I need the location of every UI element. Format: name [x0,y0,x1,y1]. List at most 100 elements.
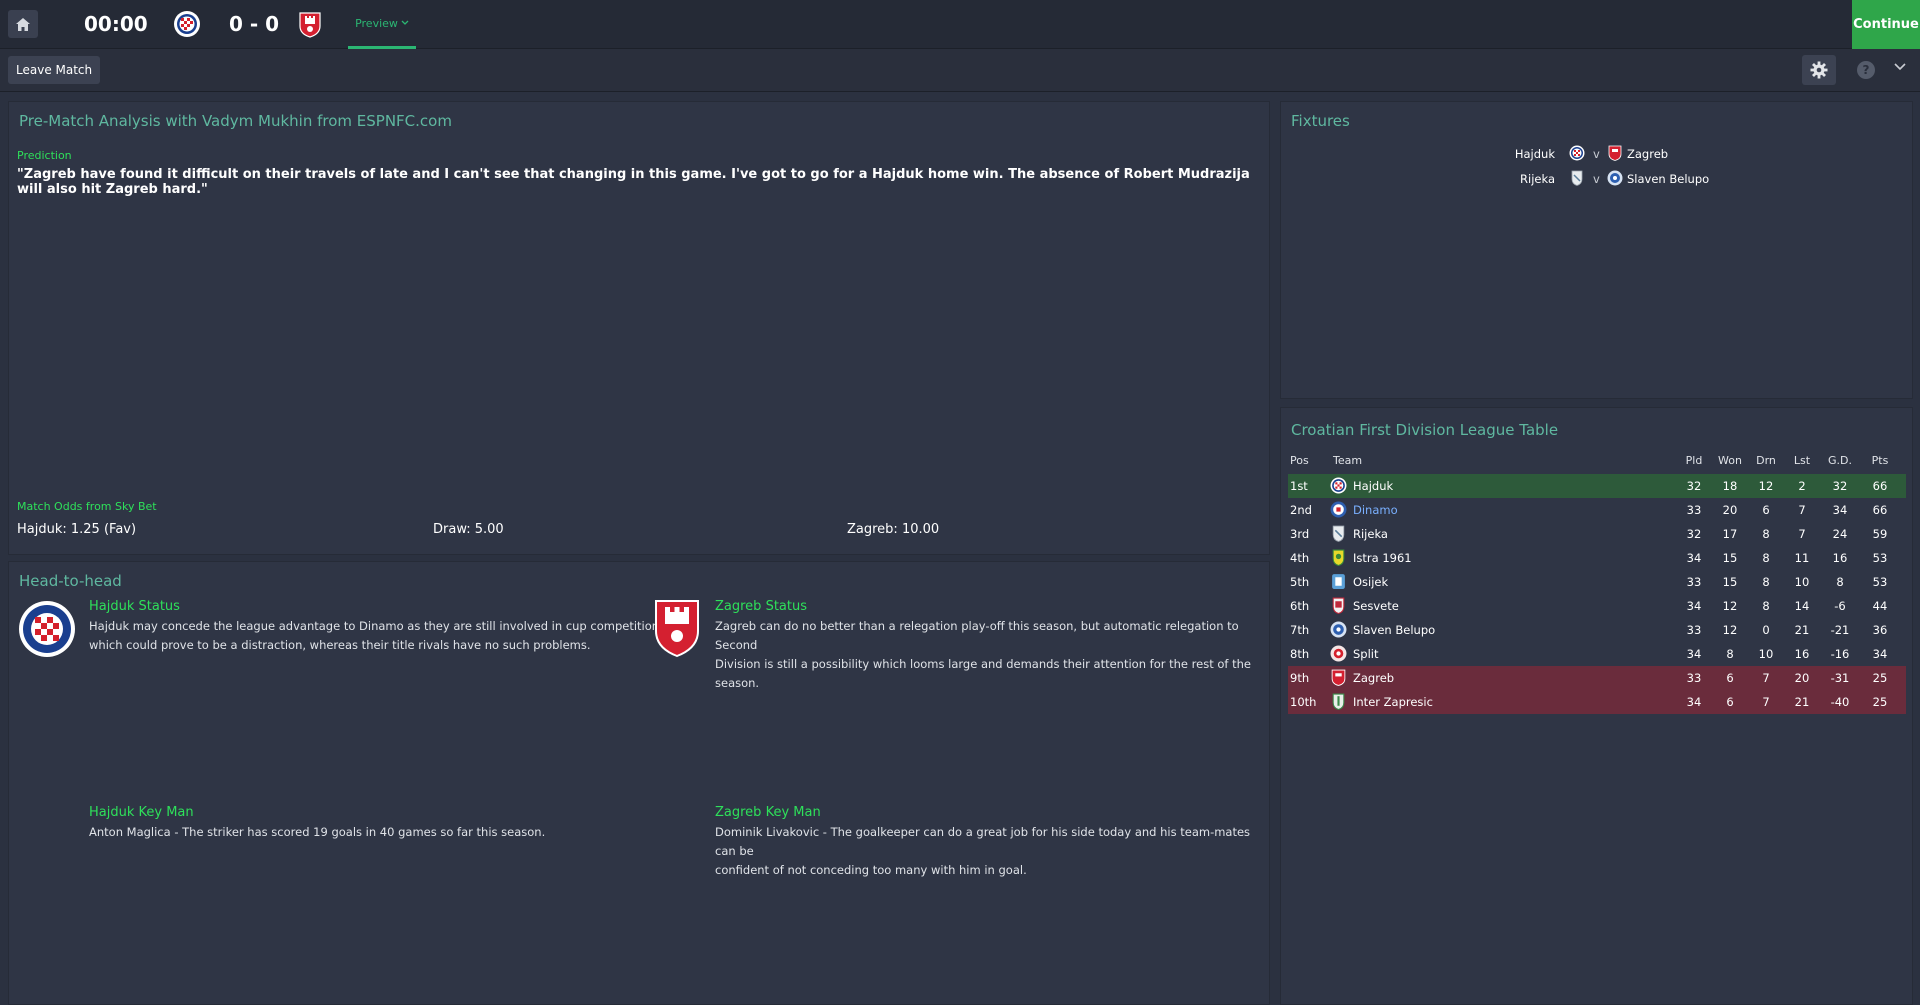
home-icon [16,17,30,31]
fixture-versus: v [1593,172,1600,186]
continue-button[interactable]: Continue [1852,0,1920,49]
table-row[interactable]: 4th Istra 1961 34 15 8 11 16 53 [1288,546,1906,570]
hajduk-crest-icon [1330,477,1347,494]
row-team[interactable]: Split [1353,647,1379,661]
away-status-line: Zagreb can do no better than a relegatio… [715,619,1239,652]
table-row[interactable]: 10th Inter Zapresic 34 6 7 21 -40 25 [1288,690,1906,714]
row-pts: 36 [1872,623,1888,637]
table-row[interactable]: 8th Split 34 8 10 16 -16 34 [1288,642,1906,666]
row-pos: 10th [1290,695,1317,709]
col-header-pld[interactable]: Pld [1679,454,1709,467]
table-row[interactable]: 5th Osijek 33 15 8 10 8 53 [1288,570,1906,594]
hajduk-crest-icon [1569,145,1585,161]
row-lst: 7 [1798,527,1806,541]
row-team[interactable]: Rijeka [1353,527,1388,541]
row-gd: -40 [1830,695,1850,709]
away-keyman-line: Dominik Livakovic - The goalkeeper can d… [715,825,1251,858]
table-row[interactable]: 6th Sesvete 34 12 8 14 -6 44 [1288,594,1906,618]
row-pts: 25 [1872,671,1888,685]
fixture-row[interactable]: Rijeka v Slaven Belupo [1281,169,1914,189]
match-score: 0 - 0 [229,12,280,36]
fixture-home-team[interactable]: Rijeka [1520,172,1555,186]
inter-zapresic-crest-icon [1332,693,1345,710]
hajduk-crest-icon [19,601,75,657]
row-pld: 32 [1686,527,1702,541]
table-row[interactable]: 7th Slaven Belupo 33 12 0 21 -21 36 [1288,618,1906,642]
rijeka-crest-icon [1332,525,1345,542]
row-team[interactable]: Istra 1961 [1353,551,1412,565]
row-drn: 7 [1762,671,1770,685]
row-pts: 66 [1872,479,1888,493]
chevron-down-icon[interactable] [1894,63,1906,71]
home-status-line: which could prove to be a distraction, w… [89,638,591,652]
row-gd: 16 [1832,551,1848,565]
row-gd: 8 [1836,575,1844,589]
table-row[interactable]: 2nd Dinamo 33 20 6 7 34 66 [1288,498,1906,522]
col-header-won[interactable]: Won [1715,454,1745,467]
row-team[interactable]: Inter Zapresic [1353,695,1433,709]
zagreb-crest-icon [1608,145,1622,161]
row-team[interactable]: Slaven Belupo [1353,623,1435,637]
row-team[interactable]: Osijek [1353,575,1388,589]
row-drn: 8 [1762,599,1770,613]
fixture-home-team[interactable]: Hajduk [1515,147,1555,161]
row-pld: 34 [1686,647,1702,661]
row-pld: 33 [1686,575,1702,589]
row-pos: 5th [1290,575,1310,589]
tab-preview[interactable]: Preview [348,0,416,49]
gear-icon [1810,61,1828,79]
chevron-down-icon [401,20,409,25]
dinamo-crest-icon [1330,501,1347,518]
fixture-row[interactable]: Hajduk v Zagreb [1281,144,1914,164]
table-row[interactable]: 3rd Rijeka 32 17 8 7 24 59 [1288,522,1906,546]
odds-draw: Draw: 5.00 [433,522,504,537]
row-lst: 21 [1794,623,1810,637]
row-gd: -6 [1834,599,1846,613]
row-won: 6 [1726,695,1734,709]
row-drn: 6 [1762,503,1770,517]
row-won: 8 [1726,647,1734,661]
leave-match-button[interactable]: Leave Match [8,56,101,84]
tab-preview-label: Preview [355,16,398,30]
fixture-away-team[interactable]: Slaven Belupo [1627,172,1709,186]
col-header-lst[interactable]: Lst [1787,454,1817,467]
col-header-team[interactable]: Team [1333,454,1362,467]
home-button[interactable] [8,10,38,38]
row-won: 20 [1722,503,1738,517]
table-row[interactable]: 9th Zagreb 33 6 7 20 -31 25 [1288,666,1906,690]
slaven-belupo-crest-icon [1607,170,1623,186]
odds-away: Zagreb: 10.00 [847,522,940,537]
row-team[interactable]: Hajduk [1353,479,1393,493]
col-header-pos[interactable]: Pos [1290,454,1309,467]
row-team[interactable]: Zagreb [1353,671,1394,685]
row-pos: 3rd [1290,527,1310,541]
help-icon[interactable]: ? [1857,61,1875,79]
sesvete-crest-icon [1332,597,1345,614]
col-header-drn[interactable]: Drn [1751,454,1781,467]
row-lst: 10 [1794,575,1810,589]
away-status-text: Zagreb can do no better than a relegatio… [715,617,1269,693]
panel-title: Head-to-head [19,572,122,590]
fixture-away-team[interactable]: Zagreb [1627,147,1668,161]
col-header-gd[interactable]: G.D. [1823,454,1857,467]
settings-button[interactable] [1802,55,1836,85]
col-header-pts[interactable]: Pts [1865,454,1895,467]
row-won: 12 [1722,623,1738,637]
row-drn: 10 [1758,647,1774,661]
zagreb-crest-icon [1331,669,1346,686]
odds-home: Hajduk: 1.25 (Fav) [17,522,137,537]
row-won: 15 [1722,551,1738,565]
home-status-line: Hajduk may concede the league advantage … [89,619,666,633]
home-keyman-title: Hajduk Key Man [89,805,194,820]
row-won: 17 [1722,527,1738,541]
row-won: 15 [1722,575,1738,589]
table-row[interactable]: 1st Hajduk 32 18 12 2 32 66 [1288,474,1906,498]
zagreb-crest-icon [655,600,699,658]
row-pld: 34 [1686,599,1702,613]
row-team[interactable]: Dinamo [1353,503,1398,517]
row-drn: 12 [1758,479,1774,493]
row-pos: 7th [1290,623,1310,637]
row-team[interactable]: Sesvete [1353,599,1399,613]
row-gd: -21 [1830,623,1850,637]
top-bar: 00:00 0 - 0 Preview Continue [0,0,1920,49]
